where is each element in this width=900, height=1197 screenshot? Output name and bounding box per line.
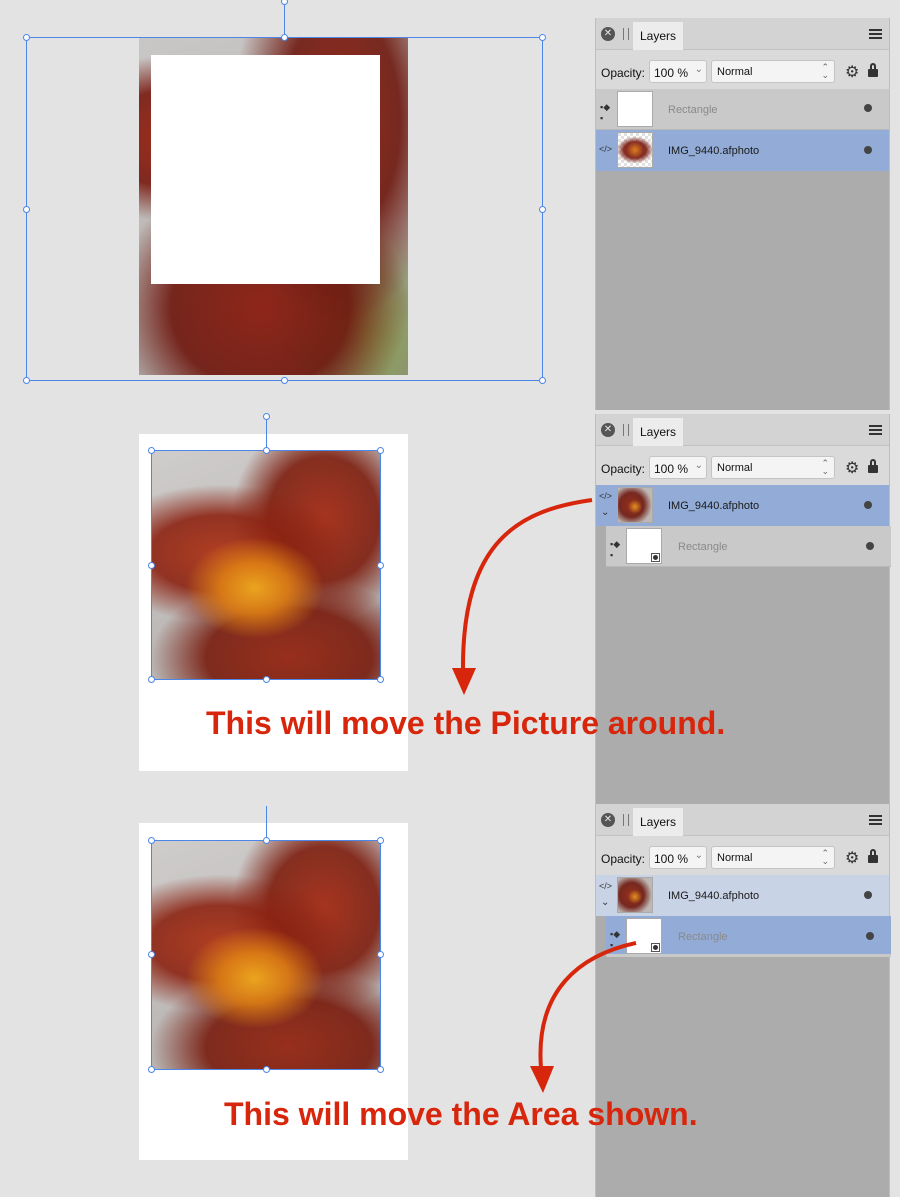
annotation-area: This will move the Area shown. (224, 1096, 698, 1132)
annotation-arrows (452, 498, 637, 1093)
arrowhead-picture (452, 668, 476, 695)
arrowhead-area (530, 1066, 554, 1093)
arrow-area (538, 941, 637, 1069)
arrow-picture (460, 498, 593, 671)
annotation-picture: This will move the Picture around. (206, 705, 726, 741)
